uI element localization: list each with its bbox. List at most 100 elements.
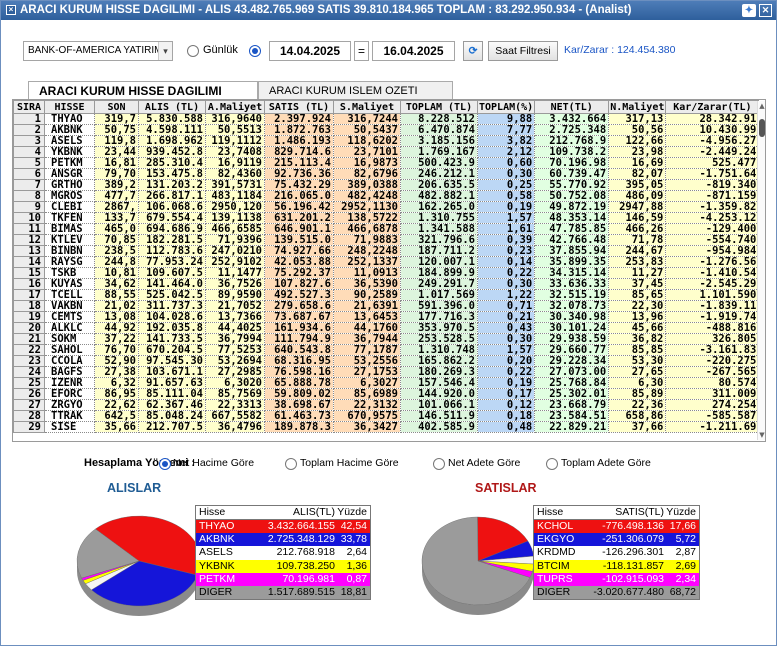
time-filter-button[interactable]: Saat Filtresi	[488, 41, 558, 61]
legend-row[interactable]: KCHOL -776.498.136 17,66	[534, 520, 699, 534]
legend-row[interactable]: PETKM 70.196.981 0,87	[196, 572, 370, 586]
table-row[interactable]: 13 BINBN 238,5 112.783.6 247,0210 74.927.66 24…	[13, 245, 760, 257]
date-range-radio[interactable]	[249, 45, 261, 57]
column-header[interactable]: SIRA	[13, 100, 45, 114]
legend-header-cell: SATIS(TL)	[615, 506, 664, 518]
table-row[interactable]: 6 ANSGR 79,70 153.475.8 82,4360 92.736.36 82,6…	[13, 168, 760, 180]
table-row[interactable]: 16 KUYAS 34,62 141.464.0 36,7526 107.827.6 36,…	[13, 278, 760, 290]
table-row[interactable]: 1 THYAO 319,7 5.830.588 316,9640 2.397.924 316…	[13, 113, 760, 125]
column-header[interactable]: NET(TL)	[534, 100, 610, 114]
table-cell: 103.671.1	[138, 366, 206, 378]
table-row[interactable]: 20 ALKLC 44,92 192.035.8 44,4025 161.934.6 44,…	[13, 322, 760, 334]
legend-row[interactable]: EKGYO -251.306.079 5,72	[534, 533, 699, 547]
close-icon[interactable]: ✕	[759, 4, 772, 17]
table-row[interactable]: 23 CCOLA 52,90 97.545.30 53,2694 68.316.95 53,…	[13, 355, 760, 367]
table-row[interactable]: 17 TCELL 88,55 525.042.5 89,9590 492.527.3 90,…	[13, 289, 760, 301]
table-row[interactable]: 15 TSKB 10,81 109.607.5 11,1477 75.292.37 11,0…	[13, 267, 760, 279]
method-radio-total-count[interactable]	[546, 458, 558, 470]
legend-row[interactable]: AKBNK 2.725.348.129 33,78	[196, 533, 370, 547]
scroll-down-icon[interactable]: ▼	[758, 430, 766, 440]
table-row[interactable]: 25 IZENR 6,32 91.657.63 6,3020 65.888.78 6,302…	[13, 377, 760, 389]
table-cell: 146.511.9	[400, 410, 478, 422]
table-row[interactable]: 27 ZRGYO 22,62 62.367.46 22,3313 38.698.67 22,…	[13, 399, 760, 411]
scroll-up-icon[interactable]: ▲	[758, 101, 766, 111]
table-cell: 79,70	[94, 168, 139, 180]
legend-cell: -776.498.136	[602, 520, 664, 532]
table-row[interactable]: 28 TTRAK 642,5 85.048.24 667,5582 61.463.73 67…	[13, 410, 760, 422]
vertical-scrollbar[interactable]: ▲ ▼	[757, 101, 765, 440]
table-cell: 483,1184	[205, 190, 265, 202]
main-window: × ARACI KURUM HISSE DAGILIMI - ALIS 43.4…	[0, 0, 777, 646]
table-cell: 646.901.1	[264, 223, 334, 235]
table-cell: 27	[13, 399, 45, 411]
method-label-net-volume: Net Hacime Göre	[173, 457, 255, 469]
column-header[interactable]: N.Maliyet	[608, 100, 667, 114]
table-cell: 29.938.59	[534, 333, 610, 345]
table-cell: 42.053.88	[264, 256, 334, 268]
table-row[interactable]: 21 SOKM 37,22 141.733.5 36,7994 111.794.9 36,7…	[13, 333, 760, 345]
table-cell: 1,57	[476, 212, 536, 224]
broker-select[interactable]: BANK-OF-AMERICA YATIRIM ▾	[23, 41, 173, 61]
table-row[interactable]: 12 KTLEV 70,85 182.281.5 71,9396 139.515.0 71,…	[13, 234, 760, 246]
start-date-input[interactable]: 14.04.2025	[269, 41, 351, 61]
daily-radio[interactable]	[187, 45, 199, 57]
table-cell: 0,21	[476, 311, 536, 323]
column-header[interactable]: HISSE	[44, 100, 95, 114]
table-cell: 525.477	[665, 157, 760, 169]
column-header[interactable]: Kar/Zarar(TL)	[665, 100, 760, 114]
table-row[interactable]: 8 MGROS 477,7 266.817.1 483,1184 216.065.0 482…	[13, 190, 760, 202]
table-row[interactable]: 22 SAHOL 76,70 670.204.5 77,5253 640.543.8 77,…	[13, 344, 760, 356]
table-cell: -585.587	[665, 410, 760, 422]
table-cell: 253,83	[608, 256, 667, 268]
table-row[interactable]: 4 YKBNK 23,44 939.452.8 23,7408 829.714.6 23,7…	[13, 146, 760, 158]
window-menu-icon[interactable]: ×	[6, 5, 16, 15]
table-row[interactable]: 26 EFORC 86,95 85.111.04 85,7569 59.809.02 85,…	[13, 388, 760, 400]
table-row[interactable]: 5 PETKM 16,81 285.310.4 16,9119 215.113.4 16,9…	[13, 157, 760, 169]
column-header[interactable]: TOPLAM(%)	[476, 100, 536, 114]
legend-cell: -251.306.079	[602, 533, 664, 546]
table-row[interactable]: 19 CEMTS 13,08 104.028.6 13,7366 73.687.67 13,…	[13, 311, 760, 323]
column-header[interactable]: SATIS (TL)	[264, 100, 334, 114]
legend-row[interactable]: DIGER -3.020.677.480 68,72	[534, 585, 699, 600]
legend-row[interactable]: YKBNK 109.738.250 1,36	[196, 559, 370, 573]
legend-row[interactable]: TUPRS -102.915.093 2,34	[534, 572, 699, 586]
table-row[interactable]: 11 BIMAS 465,0 694.686.9 466,6585 646.901.1 46…	[13, 223, 760, 235]
scroll-thumb[interactable]	[759, 119, 765, 137]
column-header[interactable]: SON	[94, 100, 139, 114]
method-radio-net-volume[interactable]	[159, 458, 171, 470]
method-radio-total-volume[interactable]	[285, 458, 297, 470]
twitter-bird-icon[interactable]: ✦	[742, 4, 756, 17]
legend-row[interactable]: BTCIM -118.131.857 2,69	[534, 559, 699, 573]
table-cell: SAHOL	[44, 344, 95, 356]
column-header[interactable]: TOPLAM (TL)	[400, 100, 478, 114]
legend-row[interactable]: KRDMD -126.296.301 2,87	[534, 546, 699, 560]
column-header[interactable]: S.Maliyet	[333, 100, 401, 114]
table-cell: 0,17	[476, 388, 536, 400]
chevron-down-icon[interactable]: ▾	[158, 42, 172, 60]
table-row[interactable]: 9 CLEBI 2867, 106.068.6 2950,120 56.196.42 295…	[13, 201, 760, 213]
table-row[interactable]: 7 GRTHO 389,2 131.203.2 391,5731 75.432.29 389…	[13, 179, 760, 191]
legend-row[interactable]: DIGER 1.517.689.515 18,81	[196, 585, 370, 600]
table-row[interactable]: 3 ASELS 119,8 1.698.962 119,1112 1.486.193 118…	[13, 135, 760, 147]
end-date-input[interactable]: 16.04.2025	[372, 41, 455, 61]
table-cell: 7	[13, 179, 45, 191]
table-row[interactable]: 18 VAKBN 21,02 311.737.3 21,7052 279.658.6 21,…	[13, 300, 760, 312]
legend-row[interactable]: THYAO 3.432.664.155 42,54	[196, 520, 370, 534]
column-header[interactable]: A.Maliyet	[205, 100, 265, 114]
legend-row[interactable]: ASELS 212.768.918 2,64	[196, 546, 370, 560]
table-row[interactable]: 24 BAGFS 27,38 103.671.1 27,2985 76.598.16 27,…	[13, 366, 760, 378]
method-label-net-count: Net Adete Göre	[448, 457, 521, 469]
table-cell: KUYAS	[44, 278, 95, 290]
method-radio-net-count[interactable]	[433, 458, 445, 470]
refresh-icon[interactable]: ⟳	[463, 41, 483, 61]
column-header[interactable]: ALIS (TL)	[138, 100, 206, 114]
table-cell: 133,7	[94, 212, 139, 224]
table-cell: 71,9396	[205, 234, 265, 246]
tab-broker-summary[interactable]: ARACI KURUM ISLEM OZETI	[258, 81, 453, 101]
table-cell: 60.739.47	[534, 168, 610, 180]
table-row[interactable]: 2 AKBNK 50,75 4.598.111 50,5513 1.872.763 50,5…	[13, 124, 760, 136]
table-row[interactable]: 14 RAYSG 244,8 77.953.24 252,9102 42.053.88 25…	[13, 256, 760, 268]
table-cell: 189.878.3	[264, 421, 334, 433]
table-row[interactable]: 29 SISE 35,66 212.707.5 36,4796 189.878.3 36,3…	[13, 421, 760, 433]
table-row[interactable]: 10 TKFEN 133,7 679.554.4 139,1138 631.201.2 13…	[13, 212, 760, 224]
